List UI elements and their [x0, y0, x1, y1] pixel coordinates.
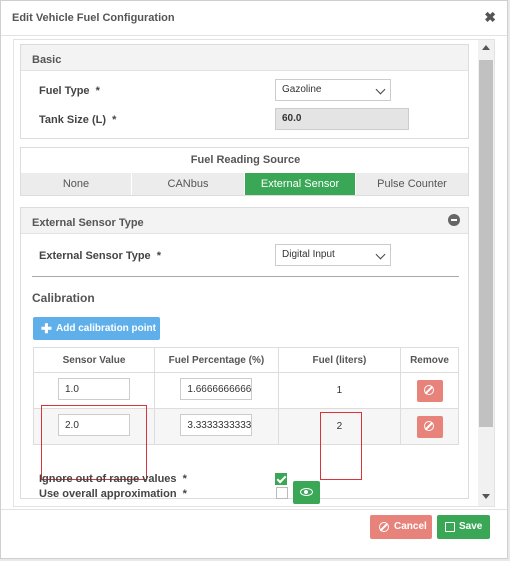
fuel-percentage-input[interactable]: 3.3333333333333: [180, 414, 253, 436]
remove-row-button[interactable]: [416, 379, 443, 402]
tab-external-sensor[interactable]: External Sensor: [245, 173, 356, 195]
ignore-range-checkbox[interactable]: [275, 473, 287, 485]
dialog-title: Edit Vehicle Fuel Configuration: [12, 12, 175, 24]
sensor-value-input[interactable]: 1.0: [58, 378, 130, 400]
chevron-down-icon: [375, 84, 386, 95]
fuel-percentage-cell: 1.6666666666667: [154, 372, 279, 409]
chevron-down-icon: [375, 249, 386, 260]
ban-icon: [423, 384, 434, 395]
ignore-range-label: Ignore out of range values *: [39, 473, 187, 485]
column-header: Sensor Value: [33, 347, 155, 373]
plus-icon: ✚: [41, 321, 52, 336]
tab-canbus[interactable]: CANbus: [132, 173, 245, 195]
scrollbar[interactable]: [478, 40, 494, 506]
add-calibration-point-button[interactable]: ✚ Add calibration point: [33, 317, 160, 340]
eye-icon: [300, 488, 313, 496]
calibration-title: Calibration: [32, 291, 95, 305]
tank-size-field: 60.0: [275, 108, 409, 130]
sensor-value-cell: 1.0: [33, 372, 155, 409]
tab-pulse-counter[interactable]: Pulse Counter: [356, 173, 468, 195]
dialog-body: Basic Fuel Type * Gazoline Tank Size (L)…: [13, 39, 495, 507]
fuel-liters-cell: 1: [277, 372, 402, 409]
highlight-box: [320, 412, 362, 480]
divider: [32, 276, 459, 277]
fuel-type-select[interactable]: Gazoline: [275, 79, 391, 101]
external-sensor-panel: External Sensor Type External Sensor Typ…: [20, 207, 469, 504]
view-approximation-button[interactable]: [293, 481, 320, 504]
remove-cell: [400, 408, 459, 445]
column-header: Fuel (liters): [277, 347, 402, 373]
fuel-percentage-cell: 3.3333333333333: [154, 408, 279, 445]
basic-panel-header: Basic: [21, 45, 468, 71]
dialog-footer: Cancel Save: [1, 509, 507, 560]
use-approximation-checkbox[interactable]: [276, 487, 288, 499]
highlight-box: [41, 405, 147, 480]
external-sensor-header: External Sensor Type: [21, 208, 468, 234]
fuel-source-panel: Fuel Reading Source None CANbus External…: [20, 147, 469, 196]
fuel-source-title: Fuel Reading Source: [190, 154, 301, 166]
collapse-icon[interactable]: [448, 214, 460, 226]
tab-none[interactable]: None: [21, 173, 132, 195]
column-header: Remove: [400, 347, 459, 373]
ban-icon: [423, 420, 434, 431]
save-button[interactable]: Save: [437, 515, 490, 539]
tank-size-label: Tank Size (L) *: [39, 114, 117, 126]
cancel-button[interactable]: Cancel: [370, 515, 432, 539]
remove-row-button[interactable]: [416, 415, 443, 438]
table-header-row: Sensor Value Fuel Percentage (%) Fuel (l…: [33, 347, 459, 373]
use-approximation-label: Use overall approximation *: [39, 488, 187, 500]
scroll-up-icon[interactable]: [482, 45, 490, 50]
fuel-percentage-input[interactable]: 1.6666666666667: [180, 378, 253, 400]
external-sensor-type-label: External Sensor Type *: [39, 250, 162, 262]
close-icon[interactable]: ✖: [484, 9, 496, 26]
external-sensor-type-select[interactable]: Digital Input: [275, 244, 391, 266]
scroll-down-icon[interactable]: [482, 494, 490, 499]
scroll-thumb[interactable]: [479, 60, 493, 427]
fuel-type-label: Fuel Type *: [39, 85, 100, 97]
basic-panel: Basic Fuel Type * Gazoline Tank Size (L)…: [20, 44, 469, 139]
floppy-disk-icon: [445, 522, 455, 532]
fuel-config-dialog: Edit Vehicle Fuel Configuration ✖ Basic …: [0, 0, 508, 559]
ban-icon: [379, 522, 389, 532]
dialog-header: Edit Vehicle Fuel Configuration ✖: [1, 1, 507, 36]
column-header: Fuel Percentage (%): [154, 347, 279, 373]
table-row: 1.0 1.6666666666667 1: [33, 372, 459, 409]
remove-cell: [400, 372, 459, 409]
